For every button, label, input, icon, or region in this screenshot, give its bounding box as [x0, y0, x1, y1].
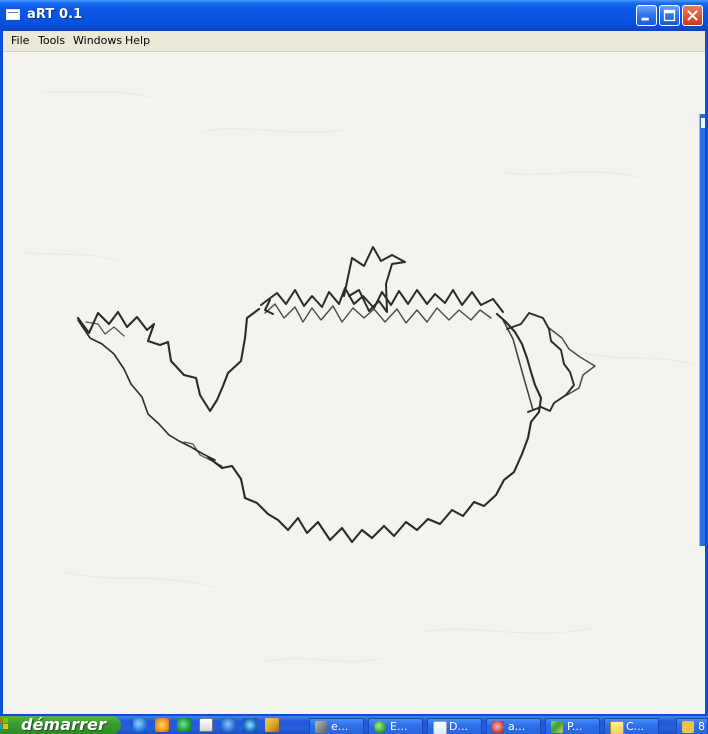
- task-button-p[interactable]: P...: [545, 718, 600, 734]
- menu-windows[interactable]: Windows: [73, 34, 122, 48]
- tray-button[interactable]: 8: [676, 718, 708, 734]
- media-player-icon[interactable]: [155, 718, 169, 732]
- maximize-button[interactable]: [659, 5, 680, 26]
- task-button-e-upper[interactable]: E...: [368, 718, 423, 734]
- taskbar: démarrer e... E... D... a... P... C... 8: [0, 716, 708, 734]
- messenger-icon[interactable]: [221, 718, 235, 732]
- art-app-icon: [492, 721, 504, 733]
- nero-icon[interactable]: [177, 718, 191, 732]
- teapot-top-rim: [260, 287, 504, 313]
- pickaxe-icon: [315, 721, 327, 733]
- side-panel-strip[interactable]: [699, 114, 705, 546]
- maximize-icon: [663, 9, 676, 22]
- internet-explorer-icon[interactable]: [133, 718, 147, 732]
- teapot-spout-lower: [77, 319, 216, 461]
- teapot-sketch: [22, 91, 694, 663]
- pencil-icon[interactable]: [265, 718, 279, 732]
- start-label: démarrer: [21, 716, 107, 734]
- document-icon: [433, 721, 447, 734]
- folder-icon: [610, 721, 624, 734]
- window-title: aRT 0.1: [27, 7, 83, 22]
- teapot-drawing: [76, 246, 596, 544]
- network-icon[interactable]: [243, 718, 257, 732]
- windows-logo-icon: [0, 718, 8, 729]
- desktop-screen: aRT 0.1 File Tools Windows Help démarrer…: [0, 0, 708, 734]
- app-window: aRT 0.1 File Tools Windows Help: [0, 0, 708, 716]
- title-bar[interactable]: aRT 0.1: [0, 0, 708, 31]
- minimize-icon: [641, 17, 649, 21]
- teapot-handle-tip: [548, 327, 596, 396]
- task-button-e[interactable]: e...: [309, 718, 364, 734]
- close-icon: [687, 10, 698, 21]
- paper-texture: [22, 91, 694, 663]
- task-button-c[interactable]: C...: [604, 718, 659, 734]
- task-buttons: e... E... D... a... P... C...: [309, 718, 659, 734]
- task-label-p: P...: [567, 720, 583, 733]
- task-label-a: a...: [508, 720, 526, 733]
- quick-launch: [133, 718, 279, 732]
- task-button-a[interactable]: a...: [486, 718, 541, 734]
- window-controls: [636, 5, 703, 26]
- task-button-d[interactable]: D...: [427, 718, 482, 734]
- start-button[interactable]: démarrer: [0, 716, 121, 734]
- task-label-d: D...: [449, 720, 468, 733]
- app-window-icon[interactable]: [6, 9, 20, 20]
- minimize-button[interactable]: [636, 5, 657, 26]
- mail-icon[interactable]: [199, 718, 213, 732]
- teapot-rim-inner: [264, 303, 492, 324]
- teapot-spout-upper: [76, 307, 261, 413]
- task-label-c: C...: [626, 720, 645, 733]
- close-button[interactable]: [682, 5, 703, 26]
- menu-tools[interactable]: Tools: [38, 34, 65, 48]
- paint-icon: [551, 721, 563, 733]
- menu-file[interactable]: File: [11, 34, 29, 48]
- task-label-e-upper: E...: [390, 720, 408, 733]
- task-label-e: e...: [331, 720, 349, 733]
- menu-bar: File Tools Windows Help: [3, 31, 705, 52]
- menu-help[interactable]: Help: [125, 34, 150, 48]
- tray-label: 8: [698, 720, 705, 733]
- drawing-canvas[interactable]: [3, 52, 705, 714]
- teapot-body: [206, 312, 543, 544]
- green-orb-icon: [374, 721, 386, 733]
- tray-icon: [682, 721, 694, 733]
